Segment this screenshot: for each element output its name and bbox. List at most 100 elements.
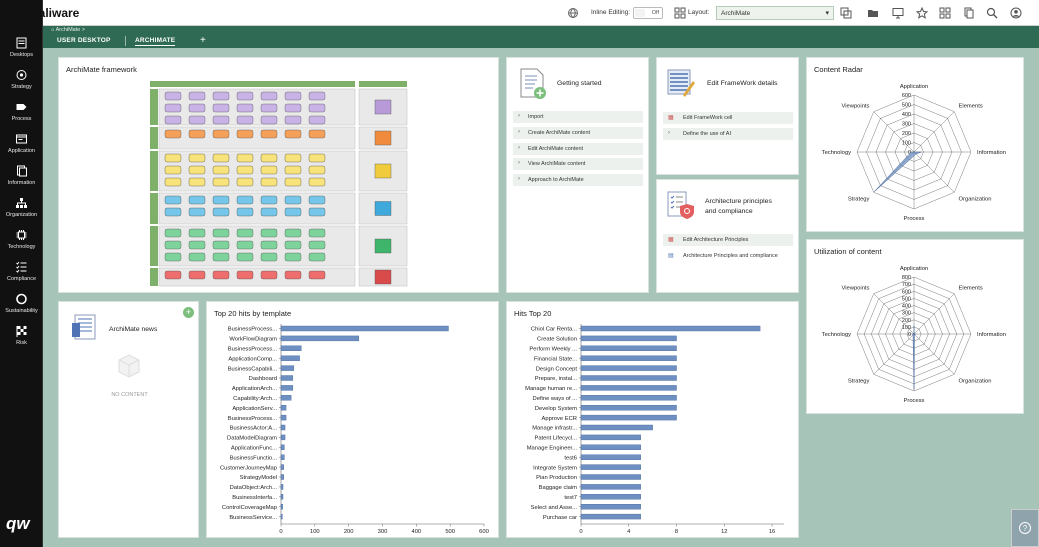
add-tab-button[interactable]: + <box>200 35 206 46</box>
tab-archimate[interactable]: ARCHIMATE <box>135 37 176 46</box>
panel-title: Edit FrameWork details <box>707 80 778 87</box>
chevron-right-icon: › <box>518 145 520 151</box>
tab-bar: ⌂ ArchiMate > USER DESKTOP ARCHIMATE + <box>43 26 1039 48</box>
framework-element <box>164 270 182 280</box>
panel-title: ArchiMate framework <box>66 65 137 74</box>
category-label: CustomerJourneyMap <box>220 465 277 471</box>
grid-icon[interactable] <box>939 7 951 19</box>
radar-tick-label: 100 <box>902 325 911 331</box>
list-item-edit-framework-cell[interactable]: ▦ Edit FrameWork cell <box>663 111 793 124</box>
radar-tick-label: 800 <box>902 275 911 281</box>
tab-user-desktop[interactable]: USER DESKTOP <box>57 37 111 44</box>
star-icon[interactable] <box>916 7 928 19</box>
list-item-approach[interactable]: › Approach to ArchiMate <box>513 173 643 186</box>
bar <box>280 494 284 500</box>
category-label: Prepare, instal... <box>535 376 578 382</box>
globe-icon[interactable] <box>567 7 579 19</box>
chevron-right-icon: › <box>518 113 520 119</box>
framework-layer-label <box>150 89 158 125</box>
sidebar-item-organization[interactable]: Organization <box>0 192 43 222</box>
list-item-define-ai[interactable]: › Define the use of AI <box>663 127 793 140</box>
sidebar-item-sustainability[interactable]: Sustainability <box>0 288 43 318</box>
help-icon: ? <box>1019 522 1031 534</box>
category-label: Select and Asse... <box>531 505 578 511</box>
bar <box>280 424 286 431</box>
list-item-create-content[interactable]: › Create ArchiMate content <box>513 126 643 139</box>
framework-element <box>284 207 302 217</box>
category-label: Create Solution <box>537 337 577 343</box>
sidebar-item-label: Application <box>8 147 35 154</box>
framework-element <box>188 270 206 280</box>
framework-element <box>212 195 230 205</box>
toggle-state: Off <box>651 10 659 16</box>
category-label: Perform Weekly ... <box>529 347 577 353</box>
sidebar-item-risk[interactable]: Risk <box>0 320 43 350</box>
list-item-label: Architecture Principles and compliance <box>683 253 778 259</box>
radar-tick-label: 400 <box>902 112 911 118</box>
document-copy-icon[interactable] <box>963 7 975 19</box>
inline-editing-label: Inline Editing: <box>591 9 631 16</box>
folder-icon[interactable] <box>867 7 879 19</box>
bar <box>280 375 294 381</box>
framework-element <box>260 177 278 187</box>
list-item-edit-content[interactable]: › Edit ArchiMate content <box>513 142 643 155</box>
category-label: WorkFlowDiagram <box>229 337 277 343</box>
list-item-principles-compliance[interactable]: ▤ Architecture Principles and compliance <box>663 249 793 262</box>
category-label: Baggage claim <box>539 485 578 491</box>
monitor-icon[interactable] <box>892 7 904 19</box>
sidebar-item-desktops[interactable]: Desktops <box>0 32 43 62</box>
framework-element <box>284 115 302 125</box>
sidebar-item-technology[interactable]: Technology <box>0 224 43 254</box>
search-icon[interactable] <box>986 7 998 19</box>
list-item-import[interactable]: › Import <box>513 110 643 123</box>
sidebar-item-information[interactable]: Information <box>0 160 43 190</box>
framework-edit-icon <box>667 69 695 97</box>
copy-layout-icon[interactable] <box>840 7 852 19</box>
category-label: Define ways of ... <box>533 396 578 402</box>
framework-aspect-element <box>374 163 392 179</box>
framework-element <box>260 270 278 280</box>
toggle-knob <box>635 9 645 17</box>
bar <box>580 385 677 391</box>
radar-axis-label: Elements <box>959 285 983 291</box>
sidebar-item-label: Organization <box>5 211 38 218</box>
framework-element <box>212 240 230 250</box>
help-button[interactable]: ? <box>1011 509 1039 547</box>
framework-element <box>188 103 206 113</box>
layout-select[interactable]: ArchiMate ▾ <box>716 6 834 20</box>
inline-editing-toggle[interactable]: Off <box>633 7 663 19</box>
sidebar-item-strategy[interactable]: Strategy <box>0 64 43 94</box>
sidebar-item-process[interactable]: Process <box>0 96 43 126</box>
category-label: BusinessActor:A... <box>230 426 278 432</box>
framework-layer-label <box>150 127 158 149</box>
framework-element <box>284 129 302 139</box>
category-label: ControlCoverageMap <box>222 505 277 511</box>
technology-icon <box>16 229 27 240</box>
list-item-view-content[interactable]: › View ArchiMate content <box>513 157 643 170</box>
radar-axis-label: Process <box>904 398 925 404</box>
archimate-framework-diagram[interactable] <box>149 80 409 292</box>
add-news-button[interactable]: + <box>183 307 194 318</box>
radar-spoke <box>913 151 955 193</box>
category-label: Develop System <box>535 406 577 412</box>
framework-element <box>308 270 326 280</box>
sidebar-item-label: Compliance <box>6 275 37 282</box>
framework-element <box>260 103 278 113</box>
sidebar-item-compliance[interactable]: Compliance <box>0 256 43 286</box>
panel-title: Hits Top 20 <box>514 309 552 318</box>
framework-element <box>188 240 206 250</box>
no-content-label: NO CONTENT <box>111 392 148 398</box>
category-label: ApplicationServ... <box>232 406 277 412</box>
breadcrumb[interactable]: ⌂ ArchiMate > <box>51 27 85 33</box>
list-item-label: View ArchiMate content <box>528 161 586 167</box>
radar-axis-label: Organization <box>959 379 992 385</box>
utilization-radar-chart: Application Elements Information Organizati… <box>822 266 1006 404</box>
list-item-edit-principles[interactable]: ▦ Edit Architecture Principles <box>663 233 793 246</box>
framework-element <box>308 129 326 139</box>
sidebar-item-application[interactable]: Application <box>0 128 43 158</box>
bar <box>280 365 295 371</box>
user-avatar-icon[interactable] <box>1010 7 1022 19</box>
bar <box>280 434 286 441</box>
breadcrumb-item[interactable]: ArchiMate <box>56 27 81 33</box>
sidebar-item-label: Technology <box>7 243 36 250</box>
